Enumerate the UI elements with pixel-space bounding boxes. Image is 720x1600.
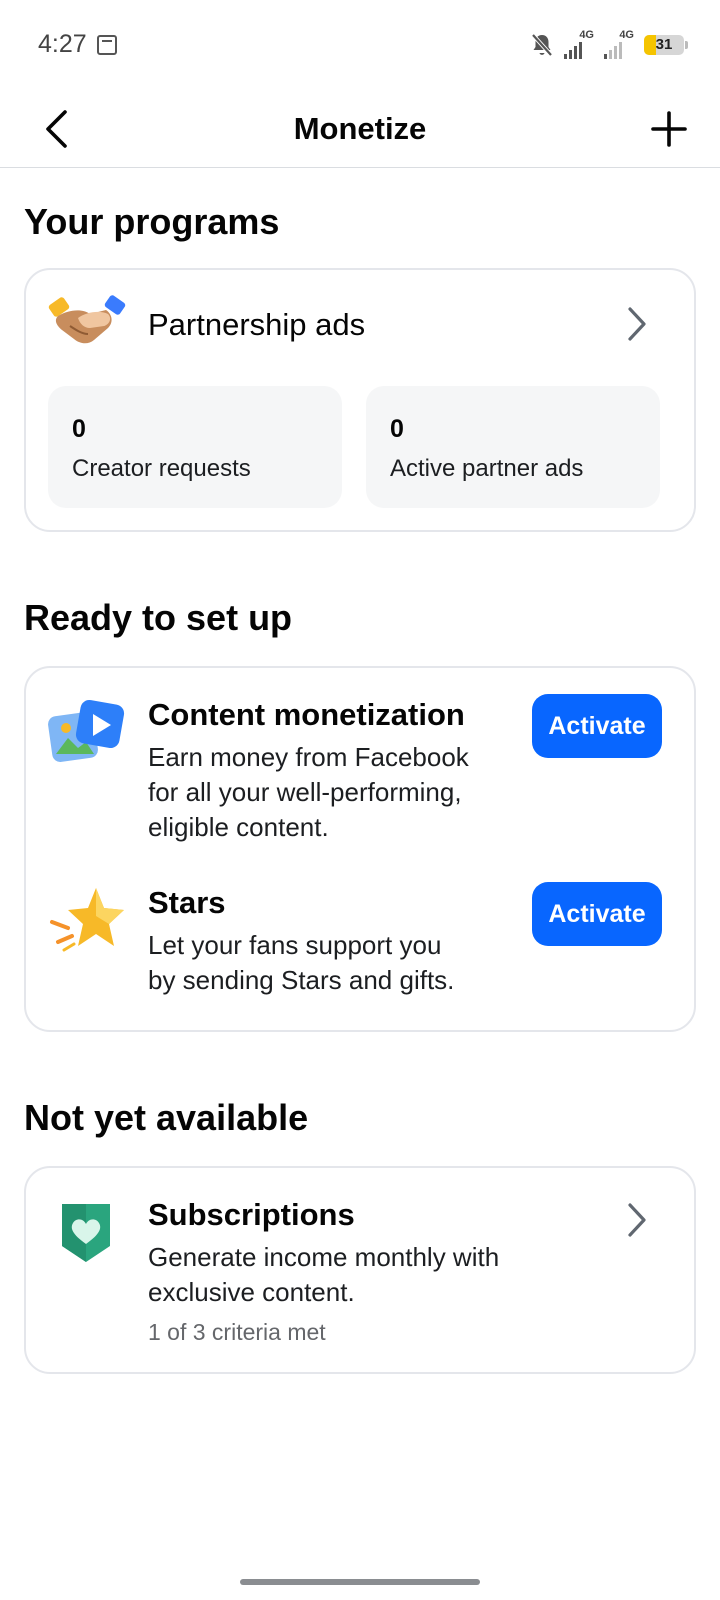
activate-content-monetization-button[interactable]: Activate	[532, 694, 662, 758]
subscriptions-desc-1: Generate income monthly with	[148, 1242, 500, 1272]
network-label-1: 4G	[579, 29, 594, 41]
content-monetization-desc-1: Earn money from Facebook	[148, 742, 469, 772]
partnership-ads-title: Partnership ads	[148, 307, 366, 342]
signal-icon-2: 4G	[604, 29, 634, 59]
status-icons: 4G 4G 31	[530, 29, 688, 60]
page-title: Monetize	[293, 111, 427, 146]
section-title-your-programs: Your programs	[24, 201, 280, 242]
bell-off-icon	[531, 33, 553, 57]
add-button[interactable]	[646, 106, 692, 152]
stars-desc-2: by sending Stars and gifts.	[148, 965, 455, 995]
chevron-right-icon	[628, 1203, 646, 1237]
content-monetization-title: Content monetization	[148, 697, 465, 732]
ready-setup-card: Content monetization Earn money from Fac…	[24, 666, 696, 1032]
app-header: Monetize	[0, 92, 720, 168]
stat-label: Active partner ads	[390, 455, 584, 482]
section-title-not-available: Not yet available	[24, 1097, 309, 1138]
content-monetization-desc-3: eligible content.	[148, 812, 329, 842]
section-title-ready: Ready to set up	[24, 597, 293, 638]
stat-value: 0	[390, 415, 404, 443]
media-play-icon	[48, 698, 126, 764]
subscriptions-chevron[interactable]	[622, 1200, 652, 1240]
stars-title: Stars	[148, 885, 226, 920]
heart-badge-icon	[58, 1200, 114, 1264]
stat-label: Creator requests	[72, 455, 251, 482]
network-label-2: 4G	[619, 29, 634, 41]
partnership-ads-card[interactable]: Partnership ads 0 Creator requests 0 Act…	[24, 268, 696, 532]
subscriptions-desc-2: exclusive content.	[148, 1277, 355, 1307]
battery-icon: 31	[644, 35, 688, 55]
activate-stars-button[interactable]: Activate	[532, 882, 662, 946]
status-time: 4:27	[38, 30, 87, 58]
subscriptions-criteria: 1 of 3 criteria met	[148, 1319, 326, 1345]
home-indicator[interactable]	[240, 1579, 480, 1585]
screenshot-icon	[97, 35, 117, 55]
stat-active-partner-ads[interactable]: 0 Active partner ads	[366, 386, 660, 508]
chevron-right-icon	[628, 307, 646, 341]
stat-creator-requests[interactable]: 0 Creator requests	[48, 386, 342, 508]
stat-value: 0	[72, 415, 86, 443]
partnership-ads-chevron[interactable]	[622, 304, 652, 344]
status-bar: 4:27 4G 4G 31	[0, 0, 720, 92]
subscriptions-title: Subscriptions	[148, 1197, 355, 1232]
star-icon	[48, 886, 126, 956]
subscriptions-card[interactable]: Subscriptions Generate income monthly wi…	[24, 1166, 696, 1374]
content-monetization-desc-2: for all your well-performing,	[148, 777, 462, 807]
handshake-icon	[48, 292, 126, 348]
stars-desc-1: Let your fans support you	[148, 930, 442, 960]
plus-icon	[651, 111, 687, 147]
battery-level: 31	[655, 36, 673, 53]
signal-icon: 4G	[564, 29, 594, 59]
